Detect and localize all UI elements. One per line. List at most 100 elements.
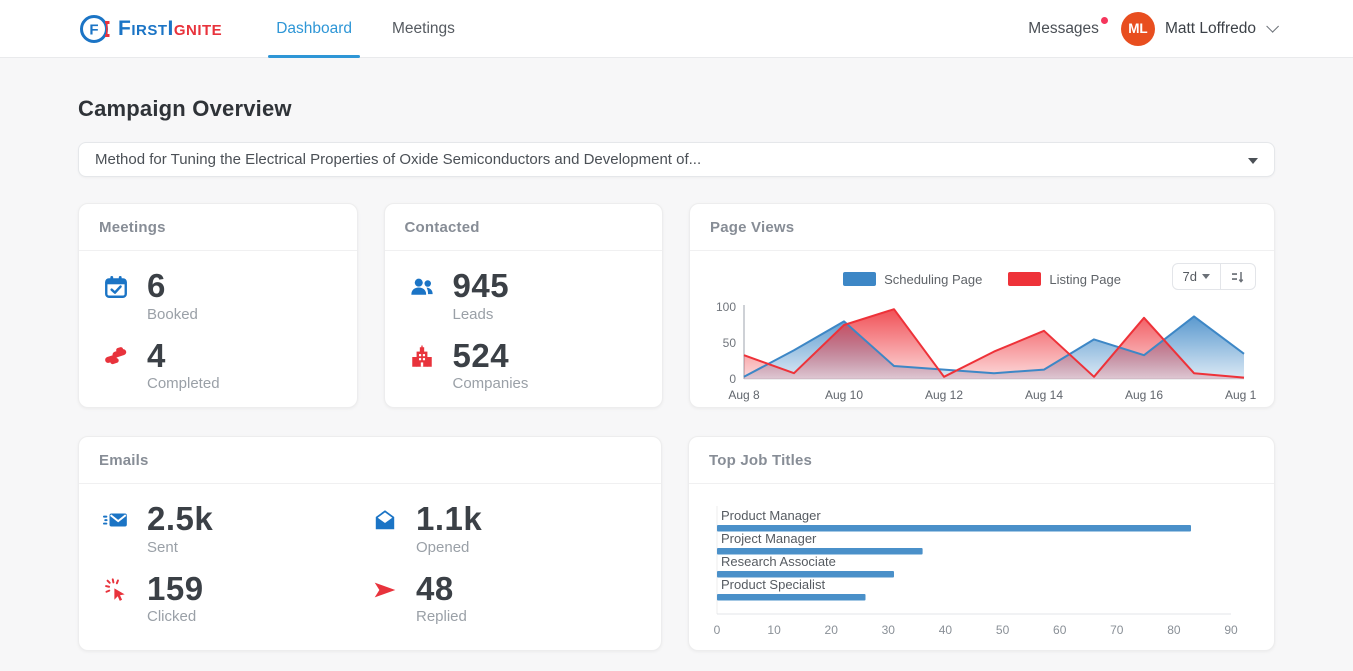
svg-text:Product Specialist: Product Specialist [721,577,825,592]
completed-stat: 4 Completed [101,339,335,393]
brand-wordmark: FirstIgnite [118,17,222,41]
clicked-stat-text: 159 Clicked [147,572,204,626]
scheduling-swatch-icon [843,272,876,286]
user-menu[interactable]: ML Matt Loffredo [1121,12,1275,46]
meetings-card-body: 6 Booked [79,251,357,410]
clicked-value: 159 [147,572,204,607]
booked-label: Booked [147,306,198,323]
sent-stat-text: 2.5k Sent [147,502,213,556]
messages-label: Messages [1028,20,1099,37]
completed-value: 4 [147,339,220,374]
range-selector[interactable]: 7d [1173,264,1220,289]
svg-text:40: 40 [939,623,953,637]
contacted-card-title: Contacted [385,204,663,251]
mail-sent-icon [101,502,131,556]
replied-label: Replied [416,608,467,625]
completed-label: Completed [147,375,220,392]
svg-text:80: 80 [1167,623,1181,637]
cards-row-2: Emails 2.5k Sent [78,436,1275,651]
companies-value: 524 [453,339,529,374]
campaign-select[interactable]: Method for Tuning the Electrical Propert… [78,142,1275,177]
cards-row-1: Meetings 6 Booked [78,203,1275,408]
select-caret-icon [1248,158,1258,164]
main-nav: Dashboard Meetings [256,0,475,58]
emails-card-title: Emails [79,437,661,484]
sort-icon [1231,270,1245,284]
page-views-body: Scheduling Page Listing Page 7d [690,251,1274,409]
users-icon [407,269,437,323]
svg-text:Product Manager: Product Manager [721,508,821,523]
top-navigation-bar: F FirstIgnite Dashboard Meetings Message… [0,0,1353,58]
mail-opened-icon [370,502,400,556]
page-views-legend: Scheduling Page Listing Page 7d [708,259,1256,299]
svg-text:10: 10 [767,623,781,637]
legend-scheduling-page[interactable]: Scheduling Page [843,272,982,287]
leads-stat: 945 Leads [407,269,641,323]
completed-stat-text: 4 Completed [147,339,220,393]
opened-label: Opened [416,539,482,556]
opened-stat: 1.1k Opened [370,502,639,556]
booked-value: 6 [147,269,198,304]
notification-dot [1101,17,1108,24]
svg-text:Aug 10: Aug 10 [825,388,863,402]
sent-stat: 2.5k Sent [101,502,370,556]
svg-text:20: 20 [825,623,839,637]
top-job-titles-card: Top Job Titles Product ManagerProject Ma… [688,436,1275,651]
nav-tab-dashboard[interactable]: Dashboard [256,0,372,58]
firstignite-logo[interactable]: F FirstIgnite [78,11,222,47]
svg-text:F: F [89,21,98,38]
leads-value: 945 [453,269,510,304]
svg-text:Aug 14: Aug 14 [1025,388,1063,402]
building-icon [407,339,437,393]
svg-text:90: 90 [1224,623,1238,637]
range-value: 7d [1183,269,1197,284]
booked-stat-text: 6 Booked [147,269,198,323]
sort-button[interactable] [1220,264,1255,289]
area-chart-svg: 0 50 100 Aug 8 Aug 10 Aug 12 Aug 14 Aug 16 Aug 1… [708,299,1256,405]
chevron-down-icon [1266,20,1279,33]
svg-text:0: 0 [714,623,721,637]
page-title: Campaign Overview [78,96,1275,122]
reply-arrow-icon [370,572,400,626]
svg-text:Aug 12: Aug 12 [925,388,963,402]
replied-stat: 48 Replied [370,572,639,626]
emails-card-body: 2.5k Sent 1.1k Opened [79,484,661,643]
svg-text:Aug 8: Aug 8 [728,388,760,402]
top-job-titles-body: Product Manager Project Manager Research A… [689,484,1274,648]
messages-link[interactable]: Messages [1028,20,1099,38]
calendar-check-icon [101,269,131,323]
svg-text:70: 70 [1110,623,1124,637]
avatar[interactable]: ML [1121,12,1155,46]
nav-tab-meetings[interactable]: Meetings [372,0,475,58]
listing-legend-label: Listing Page [1049,272,1121,287]
svg-text:0: 0 [729,372,736,386]
top-job-titles-chart: Product Manager Project Manager Research A… [707,498,1256,644]
svg-text:Aug 18: Aug 18 [1225,388,1256,402]
emails-card: Emails 2.5k Sent [78,436,662,651]
svg-text:Project Manager: Project Manager [721,531,817,546]
clicked-stat: 159 Clicked [101,572,370,626]
companies-stat-text: 524 Companies [453,339,529,393]
main-content: Campaign Overview Method for Tuning the … [0,96,1353,651]
svg-text:30: 30 [882,623,896,637]
page-views-controls: 7d [1172,263,1256,290]
svg-text:100: 100 [716,300,736,314]
scheduling-legend-label: Scheduling Page [884,272,982,287]
user-name: Matt Loffredo [1165,20,1256,38]
clicked-label: Clicked [147,608,204,625]
sent-label: Sent [147,539,213,556]
svg-text:50: 50 [723,336,737,350]
companies-label: Companies [453,375,529,392]
handshake-icon [101,339,131,393]
logo-mark-icon: F [78,11,114,47]
leads-label: Leads [453,306,510,323]
legend-listing-page[interactable]: Listing Page [1008,272,1121,287]
page-views-chart: 0 50 100 Aug 8 Aug 10 Aug 12 Aug 14 Aug 16 Aug 1… [708,299,1256,405]
topbar-right: Messages ML Matt Loffredo [1028,12,1275,46]
opened-stat-text: 1.1k Opened [416,502,482,556]
booked-stat: 6 Booked [101,269,335,323]
cursor-click-icon [101,572,131,626]
opened-value: 1.1k [416,502,482,537]
svg-text:Aug 16: Aug 16 [1125,388,1163,402]
svg-text:Research Associate: Research Associate [721,554,836,569]
